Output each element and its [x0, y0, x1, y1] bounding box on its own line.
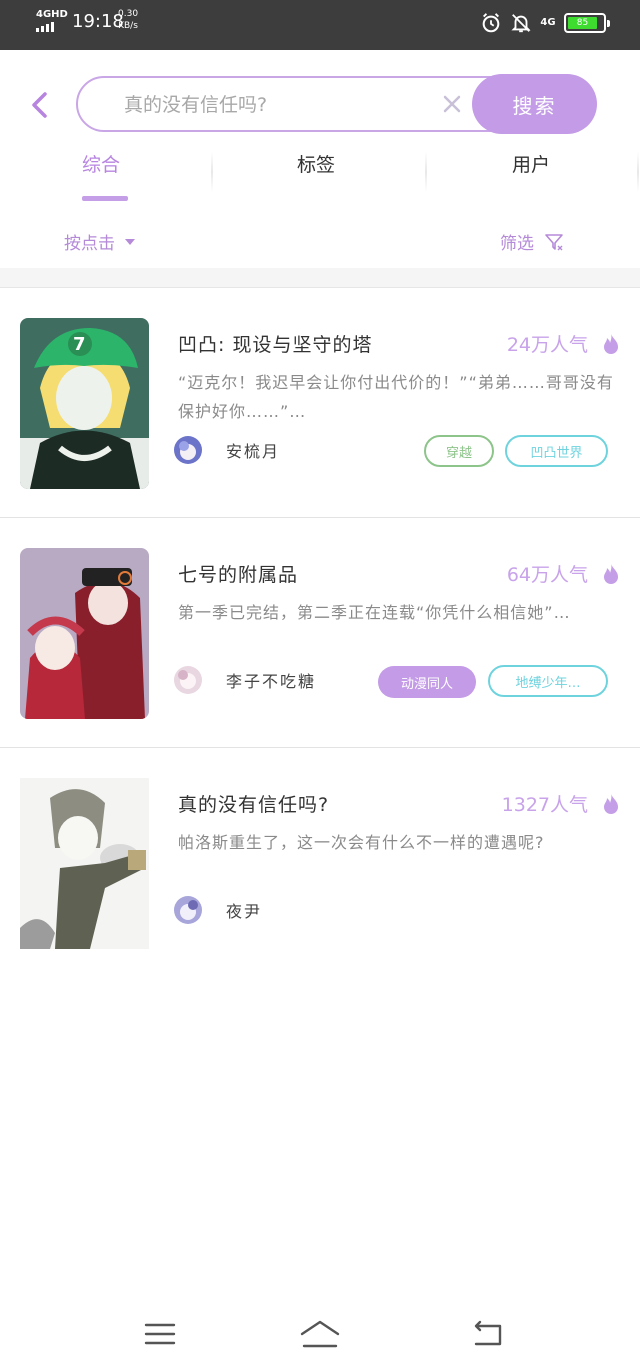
flame-icon [604, 793, 618, 814]
flame-icon [604, 563, 618, 584]
tag-chip[interactable]: 穿越 [424, 435, 494, 467]
tab-users[interactable]: 用户 [512, 150, 550, 177]
result-title[interactable]: 七号的附属品 [178, 560, 298, 587]
cover-image[interactable] [20, 548, 149, 719]
result-item[interactable]: 七号的附属品 64万人气 第一季已完结，第二季正在连载“你凭什么相信她”… 李子… [0, 518, 640, 748]
tag-chip[interactable]: 凹凸世界 [505, 435, 608, 467]
popularity: 64万人气 [507, 560, 620, 587]
tab-comprehensive[interactable]: 综合 [82, 150, 120, 177]
alarm-icon [482, 13, 500, 33]
result-description: “迈克尔！我迟早会让你付出代价的！”“弟弟……哥哥没有保护好你……”… [178, 373, 614, 421]
network-type: 4GHD [36, 9, 68, 20]
section-separator [0, 268, 640, 288]
sort-label: 按点击 [64, 234, 115, 254]
cover-image[interactable]: 7 [20, 318, 149, 489]
network-speed: 0.30 KB/s [118, 9, 139, 31]
result-item[interactable]: 7 凹凸: 现设与坚守的塔 24万人气 “迈克尔！我迟早会让你付出代价的！”“弟… [0, 288, 640, 518]
sort-dropdown[interactable]: 按点击 [64, 229, 137, 254]
clock: 19:18 [72, 11, 124, 32]
back-arrow-icon[interactable] [28, 90, 50, 120]
caret-down-icon [125, 238, 135, 245]
tag-chip[interactable]: 动漫同人 [378, 666, 476, 698]
result-title[interactable]: 凹凸: 现设与坚守的塔 [178, 330, 372, 357]
tab-divider [211, 152, 213, 192]
tab-tags[interactable]: 标签 [297, 150, 335, 177]
avatar[interactable] [174, 666, 202, 694]
home-icon[interactable] [298, 1316, 342, 1352]
result-title[interactable]: 真的没有信任吗? [178, 790, 329, 817]
status-bar: 4GHD 19:18 0.30 KB/s 4G 85 [0, 0, 640, 50]
system-nav-bar [0, 1300, 640, 1372]
signal-icon [36, 22, 54, 32]
popularity: 1327人气 [502, 790, 620, 817]
mute-icon [511, 14, 531, 33]
popularity: 24万人气 [507, 330, 620, 357]
tab-divider [637, 152, 639, 192]
funnel-icon [545, 233, 563, 250]
search-button[interactable]: 搜索 [472, 74, 597, 134]
tab-divider [425, 152, 427, 192]
battery-icon: 85 [564, 13, 610, 33]
author-name[interactable]: 李子不吃糖 [226, 668, 316, 692]
clear-icon[interactable] [440, 92, 464, 116]
result-description: 第一季已完结，第二季正在连载“你凭什么相信她”… [178, 603, 571, 622]
svg-text:7: 7 [73, 334, 86, 355]
flame-icon [604, 333, 618, 354]
back-icon[interactable] [470, 1316, 506, 1352]
network-4g: 4G [540, 17, 556, 28]
result-item[interactable]: 真的没有信任吗? 1327人气 帕洛斯重生了，这一次会有什么不一样的遭遇呢? 夜… [0, 748, 640, 978]
filter-button[interactable]: 筛选 [500, 229, 564, 254]
author-name[interactable]: 安梳月 [226, 438, 280, 462]
avatar[interactable] [174, 436, 202, 464]
result-description: 帕洛斯重生了，这一次会有什么不一样的遭遇呢? [178, 833, 545, 852]
avatar[interactable] [174, 896, 202, 924]
cover-image[interactable] [20, 778, 149, 949]
menu-icon[interactable] [142, 1316, 178, 1352]
search-input[interactable] [124, 92, 424, 118]
tag-chip[interactable]: 地缚少年… [488, 665, 608, 697]
filter-label: 筛选 [500, 234, 534, 254]
author-name[interactable]: 夜尹 [226, 898, 262, 922]
active-tab-indicator [82, 196, 128, 201]
